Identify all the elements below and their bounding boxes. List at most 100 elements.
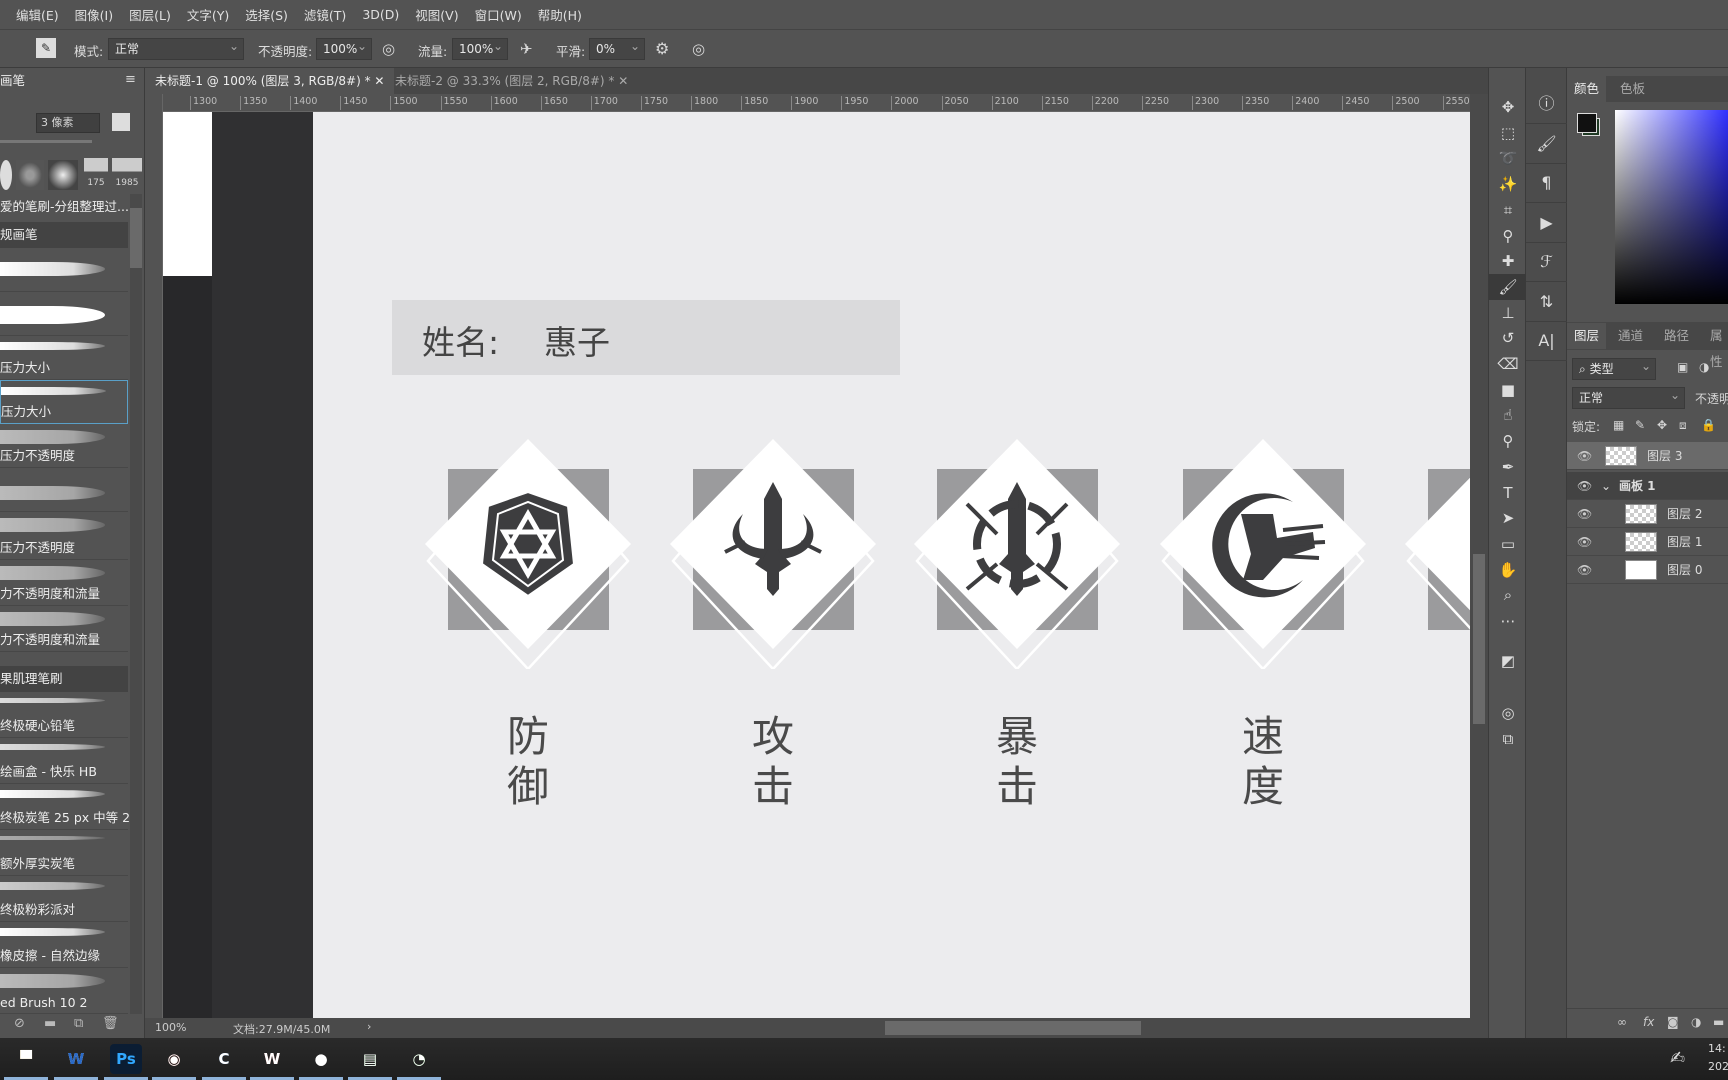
gradient-tool-icon[interactable]: ■ [1489, 377, 1527, 403]
status-menu-arrow-icon[interactable]: › [367, 1020, 371, 1033]
lock-transparency-icon[interactable]: ▦ [1613, 418, 1624, 432]
actions-play-icon[interactable]: ▶ [1526, 203, 1567, 243]
brush-folder-header[interactable]: 爱的笔刷-分组整理过... [0, 194, 128, 220]
wechat-icon[interactable]: ◔ [397, 1044, 441, 1080]
pressure-opacity-icon[interactable]: ◎ [382, 40, 395, 58]
menu-image[interactable]: 图像(I) [75, 5, 113, 24]
brush-item[interactable]: 压力不透明度 [0, 512, 128, 560]
type-tool-icon[interactable]: T [1489, 480, 1527, 506]
chevron-down-icon[interactable]: ⌄ [1601, 472, 1611, 500]
brush-item[interactable]: ed Brush 10 2 [0, 968, 128, 1014]
brush-list-scrollbar[interactable] [130, 194, 142, 1014]
brush-item[interactable]: 力不透明度和流量 [0, 560, 128, 606]
filter-image-icon[interactable]: ▣ [1677, 360, 1688, 374]
new-brush-icon[interactable] [112, 113, 130, 131]
brush-item[interactable] [0, 292, 128, 336]
lock-all-icon[interactable]: 🔒 [1701, 418, 1716, 432]
trash-icon[interactable]: 🗑 [102, 1016, 119, 1031]
menu-edit[interactable]: 编辑(E) [16, 5, 59, 24]
brush-preset-thumb[interactable]: 175 [84, 158, 108, 192]
close-icon[interactable]: ✕ [374, 74, 384, 88]
brush-item[interactable]: 绘画盒 - 快乐 HB [0, 738, 128, 784]
zoom-tool-icon[interactable]: ⌕ [1489, 582, 1527, 608]
notepad-icon[interactable]: ▤ [348, 1044, 392, 1080]
eye-icon[interactable]: 👁 [1577, 442, 1592, 470]
canvas-vertical-scrollbar[interactable] [1470, 94, 1488, 1018]
wps-icon[interactable]: W [250, 1044, 294, 1080]
info-icon[interactable]: ⓘ [1526, 84, 1567, 124]
chrome-icon[interactable]: ◉ [152, 1044, 196, 1080]
brush-item[interactable] [0, 248, 128, 292]
screen-mode-icon[interactable]: ⧉ [1489, 726, 1527, 752]
brush-item[interactable]: 终极炭笔 25 px 中等 2 [0, 784, 130, 830]
brush-settings-icon[interactable]: 🖌 [1526, 124, 1567, 164]
file-explorer-icon[interactable]: ▀ [4, 1044, 48, 1080]
layer-filter-select[interactable]: ⌕ 类型 [1572, 356, 1656, 380]
gear-icon[interactable]: ⚙ [655, 39, 669, 58]
menu-3d[interactable]: 3D(D) [362, 7, 399, 22]
tab-paths[interactable]: 路径 [1657, 323, 1696, 349]
quick-mask-icon[interactable]: ◎ [1489, 700, 1527, 726]
history-brush-icon[interactable]: ↺ [1489, 325, 1527, 351]
brush-size-slider[interactable] [0, 140, 92, 143]
app-icon[interactable]: ● [299, 1044, 343, 1080]
brush-item[interactable]: 力不透明度和流量 [0, 606, 128, 652]
brush-preset-thumb[interactable] [16, 160, 44, 190]
brush-item[interactable]: 压力不透明度 [0, 424, 128, 468]
zoom-level[interactable]: 100% [155, 1021, 186, 1034]
brush-item-selected[interactable]: 压力大小 [0, 380, 128, 424]
brush-item[interactable]: 橡皮擦 - 自然边缘 [0, 922, 128, 968]
tab-color[interactable]: 颜色 [1567, 76, 1607, 102]
healing-brush-icon[interactable]: ✚ [1489, 248, 1527, 274]
paragraph-icon[interactable]: ¶ [1526, 163, 1567, 203]
smoothing-input[interactable]: 0% [589, 36, 645, 60]
fg-bg-swatch-icon[interactable]: ◩ [1489, 648, 1527, 674]
fx-icon[interactable]: fx [1643, 1015, 1654, 1029]
eye-icon[interactable]: 👁 [1577, 472, 1592, 500]
character-icon[interactable]: A| [1526, 321, 1567, 361]
menu-layer[interactable]: 图层(L) [129, 5, 171, 24]
clock-time[interactable]: 14: [1708, 1042, 1726, 1055]
layer-group-row[interactable]: 👁 ⌄ 画板 1 [1567, 472, 1728, 500]
eyedropper-icon[interactable]: ⚲ [1489, 223, 1527, 249]
brush-group-texture[interactable]: 果肌理笔刷 [0, 666, 128, 692]
crop-tool-icon[interactable]: ⌗ [1489, 197, 1527, 223]
opacity-input[interactable]: 100% [316, 36, 372, 60]
history-icon[interactable]: ⇅ [1526, 282, 1567, 322]
blend-mode-select[interactable]: 正常 [1572, 385, 1685, 409]
brush-group-general[interactable]: 规画笔 [0, 222, 128, 248]
brush-panel-tab[interactable]: 画笔 [0, 68, 26, 94]
tab-swatches[interactable]: 色板 [1613, 76, 1652, 102]
brush-item[interactable]: 终极粉彩派对 [0, 876, 128, 922]
menu-filter[interactable]: 滤镜(T) [304, 5, 346, 24]
brush-item[interactable]: 额外厚实炭笔 [0, 830, 128, 876]
brush-item[interactable]: 压力大小 [0, 336, 128, 380]
artboard[interactable]: 姓名: 惠子 防 御 攻 击 暴 击 速 度 [313, 112, 1470, 1018]
eye-icon[interactable]: 👁 [1577, 500, 1592, 528]
adjustment-layer-icon[interactable]: ◑ [1691, 1015, 1701, 1029]
pen-tool-icon[interactable]: ✒ [1489, 454, 1527, 480]
brush-size-input[interactable]: 3 像素 [36, 113, 100, 133]
eye-icon[interactable]: 👁 [1577, 556, 1592, 584]
menu-select[interactable]: 选择(S) [245, 5, 288, 24]
photoshop-icon[interactable]: Ps [104, 1044, 148, 1080]
menu-help[interactable]: 帮助(H) [538, 5, 582, 24]
menu-type[interactable]: 文字(Y) [187, 5, 229, 24]
eraser-icon[interactable]: ⌫ [1489, 351, 1527, 377]
brush-preset-thumb[interactable] [0, 160, 12, 190]
brush-preset-thumb[interactable] [48, 160, 78, 190]
brush-panel-toggle-icon[interactable]: ✎ [36, 38, 56, 58]
tab-channels[interactable]: 通道 [1611, 323, 1650, 349]
close-icon[interactable]: ✕ [618, 74, 628, 88]
brush-tool-icon[interactable]: 🖌 [1489, 273, 1527, 300]
new-group-icon[interactable]: ▬ [1713, 1015, 1724, 1029]
brush-preset-thumb[interactable]: 1985 [112, 158, 142, 192]
background-color-swatch[interactable] [1577, 113, 1597, 133]
canvas-horizontal-scrollbar[interactable] [885, 1021, 1141, 1035]
toggle-brush-preview-icon[interactable]: ⊘ [14, 1016, 25, 1031]
marquee-tool-icon[interactable]: ⬚ [1489, 120, 1527, 146]
layer-row[interactable]: 👁 图层 0 [1567, 556, 1728, 584]
tab-document-1[interactable]: 未标题-1 @ 100% (图层 3, RGB/8#) * ✕ [145, 68, 395, 94]
pen-input-icon[interactable]: ✍ [1670, 1048, 1685, 1069]
path-select-icon[interactable]: ➤ [1489, 505, 1527, 531]
